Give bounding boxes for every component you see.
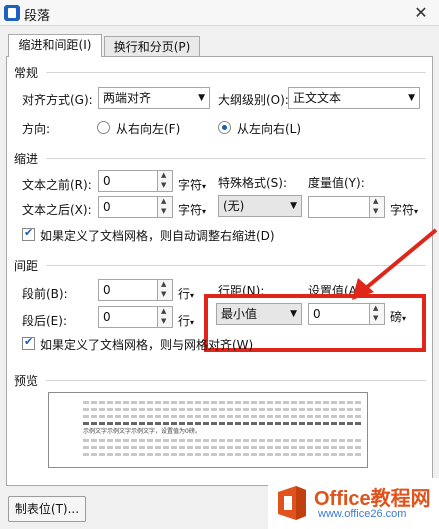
outline-level-label: 大纲级别(O): xyxy=(218,93,289,107)
section-general-title: 常规 xyxy=(14,66,39,80)
watermark-url: www.office26.com xyxy=(318,508,407,520)
indent-grid-checkbox[interactable] xyxy=(22,226,35,241)
indent-after-input[interactable]: 0 xyxy=(98,196,158,218)
divider xyxy=(46,158,426,159)
indent-before-label: 文本之前(R): xyxy=(22,178,92,192)
preview-line xyxy=(83,446,363,449)
divider xyxy=(46,72,426,73)
spacing-grid-label: 如果定义了文档网格，则与网格对齐(W) xyxy=(40,338,254,352)
section-spacing-title: 间距 xyxy=(14,259,39,273)
alignment-label: 对齐方式(G): xyxy=(22,93,93,107)
indent-before-unit[interactable]: 字符▾ xyxy=(178,176,206,193)
special-format-value: (无) xyxy=(223,199,245,213)
chevron-down-icon: ▼ xyxy=(198,93,205,103)
space-before-unit[interactable]: 行▾ xyxy=(178,285,194,302)
direction-label: 方向: xyxy=(22,122,51,136)
space-after-input[interactable]: 0 xyxy=(98,306,158,328)
measure-stepper[interactable] xyxy=(370,196,385,218)
app-icon xyxy=(4,5,20,21)
space-before-stepper[interactable] xyxy=(158,279,173,301)
office-logo-icon xyxy=(278,486,306,520)
preview-line xyxy=(83,439,363,442)
preview-line xyxy=(83,401,363,404)
ltr-label: 从左向右(L) xyxy=(237,122,302,136)
close-icon[interactable]: ✕ xyxy=(409,2,433,24)
tabs-button[interactable]: 制表位(T)... xyxy=(8,496,86,522)
indent-before-input[interactable]: 0 xyxy=(98,170,158,192)
alignment-value: 两端对齐 xyxy=(103,91,152,105)
indent-before-stepper[interactable] xyxy=(158,170,173,192)
preview-box: 示例文字示例文字示例文字，设置值为0磅。 xyxy=(48,392,368,468)
preview-line xyxy=(83,453,363,456)
measure-input[interactable] xyxy=(308,196,370,218)
arrow-annotation-icon xyxy=(352,228,438,300)
special-format-label: 特殊格式(S): xyxy=(218,176,288,190)
space-after-unit[interactable]: 行▾ xyxy=(178,312,194,329)
window-title: 段落 xyxy=(24,9,51,24)
chevron-down-icon: ▼ xyxy=(408,93,415,103)
space-after-stepper[interactable] xyxy=(158,306,173,328)
watermark-title: Office教程网 xyxy=(314,488,431,510)
indent-after-unit[interactable]: 字符▾ xyxy=(178,201,206,218)
ltr-radio[interactable] xyxy=(218,121,231,134)
space-before-input[interactable]: 0 xyxy=(98,279,158,301)
chevron-down-icon: ▼ xyxy=(290,201,297,211)
outline-level-select[interactable]: 正文文本 ▼ xyxy=(288,87,420,109)
preview-sample-text: 示例文字示例文字示例文字，设置值为0磅。 xyxy=(83,428,201,435)
special-format-select[interactable]: (无) ▼ xyxy=(218,195,302,217)
rtl-radio[interactable] xyxy=(97,121,110,134)
measure-unit[interactable]: 字符▾ xyxy=(390,201,418,218)
tab-line-page-breaks[interactable]: 换行和分页(P) xyxy=(104,36,200,57)
preview-line xyxy=(83,408,363,411)
indent-grid-label: 如果定义了文档网格，则自动调整右缩进(D) xyxy=(40,229,275,243)
watermark: Office教程网 www.office26.com xyxy=(268,478,439,529)
section-preview-title: 预览 xyxy=(14,374,39,388)
space-before-label: 段前(B): xyxy=(22,287,68,301)
outline-level-value: 正文文本 xyxy=(293,91,342,105)
indent-after-label: 文本之后(X): xyxy=(22,203,92,217)
preview-line xyxy=(83,422,363,425)
tab-indent-spacing[interactable]: 缩进和间距(I) xyxy=(8,34,102,57)
section-indent-title: 缩进 xyxy=(14,152,39,166)
rtl-label: 从右向左(F) xyxy=(116,122,181,136)
measure-label: 度量值(Y): xyxy=(308,176,365,190)
divider xyxy=(46,380,426,381)
preview-line xyxy=(83,415,363,418)
title-bar: 段落 ✕ xyxy=(0,0,439,26)
spacing-grid-checkbox[interactable] xyxy=(22,335,35,350)
alignment-select[interactable]: 两端对齐 ▼ xyxy=(98,87,210,109)
indent-after-stepper[interactable] xyxy=(158,196,173,218)
space-after-label: 段后(E): xyxy=(22,314,67,328)
